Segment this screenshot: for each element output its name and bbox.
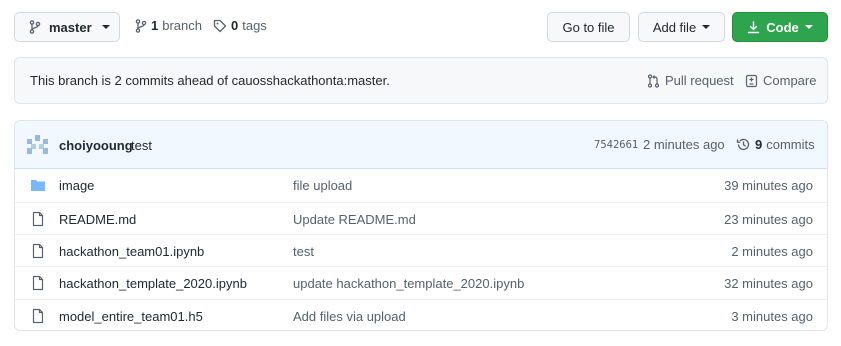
file-age: 3 minutes ago xyxy=(731,309,813,324)
file-rows: image file upload 39 minutes ago README.… xyxy=(15,169,827,330)
tag-icon xyxy=(213,19,227,33)
file-commit-message[interactable]: update hackathon_template_2020.ipynb xyxy=(293,276,524,291)
file-commit-message[interactable]: test xyxy=(293,244,314,259)
compare-icon xyxy=(745,74,758,88)
branch-name: master xyxy=(49,19,92,35)
git-branch-icon xyxy=(135,18,147,33)
file-row[interactable]: hackathon_team01.ipynb test 2 minutes ag… xyxy=(15,234,827,267)
pull-request-link[interactable]: Pull request xyxy=(647,73,734,88)
commit-count-label: commits xyxy=(766,137,815,152)
file-name[interactable]: image xyxy=(59,178,94,193)
download-icon xyxy=(747,20,760,34)
file-name[interactable]: README.md xyxy=(59,212,136,227)
file-age: 2 minutes ago xyxy=(731,244,813,259)
branch-select-button[interactable]: master xyxy=(14,12,120,42)
file-name[interactable]: model_entire_team01.h5 xyxy=(59,309,203,324)
file-row[interactable]: model_entire_team01.h5 Add files via upl… xyxy=(15,299,827,330)
folder-icon xyxy=(30,177,46,193)
code-button-label: Code xyxy=(766,19,799,35)
compare-label: Compare xyxy=(763,73,817,88)
go-to-file-button[interactable]: Go to file xyxy=(547,12,630,42)
file-commit-message[interactable]: Update README.md xyxy=(293,212,416,227)
code-button[interactable]: Code xyxy=(732,12,828,42)
commit-time: 2 minutes ago xyxy=(643,137,725,152)
commit-sha[interactable]: 7542661 xyxy=(594,139,638,151)
file-commit-message[interactable]: file upload xyxy=(293,178,352,193)
commit-author[interactable]: choiyooung xyxy=(59,138,133,153)
tag-count-label: tags xyxy=(242,18,267,33)
file-icon xyxy=(30,243,46,259)
history-icon xyxy=(736,137,751,152)
file-row[interactable]: image file upload 39 minutes ago xyxy=(15,169,827,202)
branches-link[interactable]: 1 branch xyxy=(135,18,202,33)
latest-commit-header: choiyooung test 7542661 2 minutes ago 9 … xyxy=(15,121,827,169)
file-row[interactable]: hackathon_template_2020.ipynb update hac… xyxy=(15,266,827,299)
file-name[interactable]: hackathon_team01.ipynb xyxy=(59,244,204,259)
pull-request-label: Pull request xyxy=(665,73,734,88)
git-branch-icon xyxy=(29,20,41,34)
pull-request-icon xyxy=(647,73,660,88)
commit-message[interactable]: test xyxy=(131,138,152,153)
branch-count: 1 xyxy=(151,18,159,33)
avatar[interactable] xyxy=(27,135,48,154)
commit-history-link[interactable]: 9 commits xyxy=(736,137,815,152)
chevron-down-icon xyxy=(804,25,813,29)
add-file-button[interactable]: Add file xyxy=(638,12,725,42)
branch-count-label: branch xyxy=(162,18,202,33)
repo-toolbar: master 1 branch 0 tags Go to file Add fi… xyxy=(14,12,828,42)
file-name[interactable]: hackathon_template_2020.ipynb xyxy=(59,276,247,291)
add-file-label: Add file xyxy=(652,19,697,35)
file-age: 23 minutes ago xyxy=(724,212,813,227)
file-icon xyxy=(30,275,46,291)
file-age: 32 minutes ago xyxy=(724,276,813,291)
tags-link[interactable]: 0 tags xyxy=(213,18,267,33)
compare-link[interactable]: Compare xyxy=(745,73,816,88)
commit-count: 9 xyxy=(755,137,763,152)
file-icon xyxy=(30,211,46,227)
branch-status-text: This branch is 2 commits ahead of cauoss… xyxy=(30,73,390,88)
chevron-down-icon xyxy=(702,25,711,29)
file-listing: choiyooung test 7542661 2 minutes ago 9 … xyxy=(14,120,828,331)
tag-count: 0 xyxy=(231,18,239,33)
file-icon xyxy=(30,308,46,324)
branch-status-banner: This branch is 2 commits ahead of cauoss… xyxy=(14,57,828,104)
file-age: 39 minutes ago xyxy=(724,178,813,193)
chevron-down-icon xyxy=(101,25,110,29)
file-commit-message[interactable]: Add files via upload xyxy=(293,309,406,324)
file-row[interactable]: README.md Update README.md 23 minutes ag… xyxy=(15,202,827,235)
